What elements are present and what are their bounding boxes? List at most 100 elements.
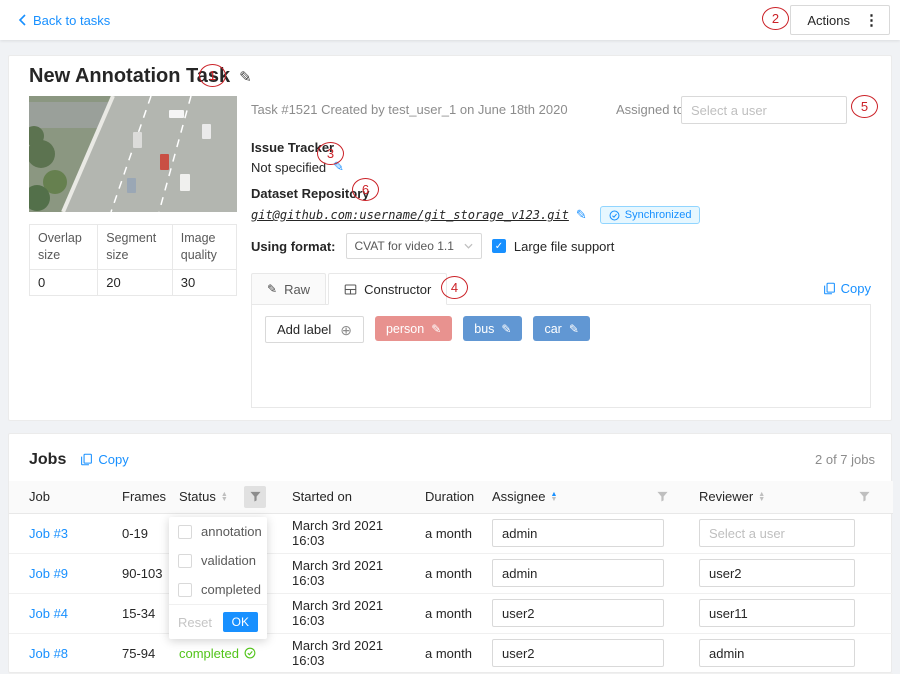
started-cell: March 3rd 2021 16:03 bbox=[284, 513, 417, 553]
table-row: Job #8 75-94 completed March 3rd 2021 16… bbox=[9, 633, 893, 673]
using-format-label: Using format: bbox=[251, 239, 336, 254]
started-cell: March 3rd 2021 16:03 bbox=[284, 593, 417, 633]
caret-down-icon: ▼ bbox=[221, 497, 228, 502]
jobs-header: Jobs Copy 2 of 7 jobs bbox=[9, 434, 891, 481]
column-header-frames: Frames bbox=[114, 481, 171, 513]
filter-reviewer-icon[interactable] bbox=[853, 486, 875, 508]
status-filter-dropdown: annotation validation completed Reset OK bbox=[169, 517, 267, 639]
started-cell: March 3rd 2021 16:03 bbox=[284, 553, 417, 593]
reviewer-input[interactable] bbox=[699, 639, 855, 667]
assignee-header-label: Assignee bbox=[492, 489, 545, 504]
edit-label-icon: ✎ bbox=[501, 322, 511, 336]
tab-raw-label: Raw bbox=[284, 282, 310, 297]
label-tag-car-name: car bbox=[544, 322, 561, 336]
sync-status-badge: Synchronized bbox=[600, 206, 701, 224]
filter-assignee-icon[interactable] bbox=[651, 486, 673, 508]
caret-down-icon: ▼ bbox=[550, 497, 557, 502]
annotation-marker-3: 3 bbox=[317, 142, 344, 165]
build-icon bbox=[344, 283, 357, 296]
filter-dropdown-footer: Reset OK bbox=[169, 604, 267, 639]
frames-cell: 0-19 bbox=[114, 513, 171, 553]
filter-option-label: completed bbox=[201, 582, 261, 597]
labels-tabs: ✎ Raw Constructor Copy bbox=[251, 272, 871, 305]
sort-assignee-control[interactable]: ▲ ▼ bbox=[550, 492, 557, 502]
format-select[interactable]: CVAT for video 1.1 bbox=[346, 233, 482, 259]
annotation-marker-1: 1 bbox=[199, 64, 226, 87]
issue-tracker-value: Not specified bbox=[251, 160, 326, 175]
back-to-tasks-link[interactable]: Back to tasks bbox=[18, 13, 110, 28]
job-link[interactable]: Job #4 bbox=[29, 606, 68, 621]
assignee-input[interactable] bbox=[492, 519, 664, 547]
annotation-marker-6: 6 bbox=[352, 178, 379, 201]
sort-reviewer-control[interactable]: ▲ ▼ bbox=[758, 492, 765, 502]
dataset-repository-label: Dataset Repository bbox=[251, 186, 700, 201]
assignee-input[interactable] bbox=[492, 559, 664, 587]
reviewer-input[interactable] bbox=[699, 559, 855, 587]
label-tag-bus-name: bus bbox=[474, 322, 494, 336]
caret-down-icon: ▼ bbox=[758, 497, 765, 502]
sync-status-text: Synchronized bbox=[625, 209, 692, 221]
label-tag-bus[interactable]: bus ✎ bbox=[463, 316, 522, 341]
sort-status-control[interactable]: ▲ ▼ bbox=[221, 492, 228, 502]
add-label-button[interactable]: Add label ⊕ bbox=[265, 316, 364, 343]
label-tag-person-name: person bbox=[386, 322, 424, 336]
jobs-card: Jobs Copy 2 of 7 jobs Job Frames bbox=[8, 433, 892, 673]
job-link[interactable]: Job #9 bbox=[29, 566, 68, 581]
task-meta: Task #1521 Created by test_user_1 on Jun… bbox=[251, 102, 568, 117]
tab-constructor[interactable]: Constructor bbox=[328, 273, 447, 305]
duration-cell: a month bbox=[417, 513, 484, 553]
repository-url[interactable]: git@github.com:username/git_storage_v123… bbox=[251, 208, 569, 222]
filter-option-completed[interactable]: completed bbox=[169, 575, 267, 604]
param-value-quality: 30 bbox=[172, 269, 236, 295]
plus-circle-icon: ⊕ bbox=[340, 323, 352, 337]
assignee-select-input[interactable] bbox=[681, 96, 847, 124]
annotation-marker-5: 5 bbox=[851, 95, 878, 118]
copy-labels-button[interactable]: Copy bbox=[823, 281, 871, 296]
task-params-table: Overlap size Segment size Image quality … bbox=[29, 224, 237, 296]
column-header-assignee[interactable]: Assignee ▲ ▼ bbox=[484, 481, 691, 513]
table-row: Job #9 90-103 March 3rd 2021 16:03 a mon… bbox=[9, 553, 893, 593]
column-header-status[interactable]: Status ▲ ▼ bbox=[171, 481, 284, 513]
actions-label: Actions bbox=[807, 13, 850, 28]
column-header-reviewer[interactable]: Reviewer ▲ ▼ bbox=[691, 481, 893, 513]
filter-status-icon[interactable] bbox=[244, 486, 266, 508]
assignee-input[interactable] bbox=[492, 599, 664, 627]
assignee-input[interactable] bbox=[492, 639, 664, 667]
job-link[interactable]: Job #3 bbox=[29, 526, 68, 541]
status-header-label: Status bbox=[179, 489, 216, 504]
edit-repository-icon[interactable]: ✎ bbox=[576, 207, 587, 223]
copy-jobs-button[interactable]: Copy bbox=[80, 452, 128, 467]
label-tag-car[interactable]: car ✎ bbox=[533, 316, 589, 341]
reviewer-input[interactable] bbox=[699, 599, 855, 627]
param-value-overlap: 0 bbox=[30, 269, 98, 295]
filter-ok-button[interactable]: OK bbox=[223, 612, 258, 632]
annotation-marker-2: 2 bbox=[762, 7, 789, 30]
filter-option-validation[interactable]: validation bbox=[169, 546, 267, 575]
copy-jobs-label: Copy bbox=[98, 452, 128, 467]
format-row: Using format: CVAT for video 1.1 ✓ Large… bbox=[251, 232, 614, 260]
pencil-icon: ✎ bbox=[267, 282, 277, 296]
assigned-to-label: Assigned to bbox=[616, 102, 684, 117]
check-circle-icon bbox=[244, 647, 256, 659]
jobs-count: 2 of 7 jobs bbox=[815, 452, 875, 467]
labels-constructor-panel: Add label ⊕ person ✎ bus ✎ car ✎ bbox=[251, 305, 871, 408]
filter-option-label: annotation bbox=[201, 524, 262, 539]
label-tag-person[interactable]: person ✎ bbox=[375, 316, 452, 341]
add-label-text: Add label bbox=[277, 322, 331, 337]
tab-raw[interactable]: ✎ Raw bbox=[251, 273, 326, 305]
annotation-marker-4: 4 bbox=[441, 276, 468, 299]
large-file-support-label: Large file support bbox=[514, 239, 614, 254]
filter-option-label: validation bbox=[201, 553, 256, 568]
frames-cell: 15-34 bbox=[114, 593, 171, 633]
jobs-table: Job Frames Status ▲ ▼ bbox=[9, 481, 893, 674]
filter-option-annotation[interactable]: annotation bbox=[169, 517, 267, 546]
large-file-support-checkbox[interactable]: ✓ Large file support bbox=[492, 239, 614, 254]
reviewer-input[interactable] bbox=[699, 519, 855, 547]
check-circle-icon bbox=[609, 210, 620, 221]
actions-button[interactable]: Actions ⋮ bbox=[790, 5, 890, 35]
edit-title-icon[interactable]: ✎ bbox=[239, 68, 252, 86]
filter-reset-button[interactable]: Reset bbox=[178, 615, 212, 630]
job-link[interactable]: Job #8 bbox=[29, 646, 68, 661]
param-header-segment: Segment size bbox=[98, 225, 173, 270]
edit-label-icon: ✎ bbox=[569, 322, 579, 336]
